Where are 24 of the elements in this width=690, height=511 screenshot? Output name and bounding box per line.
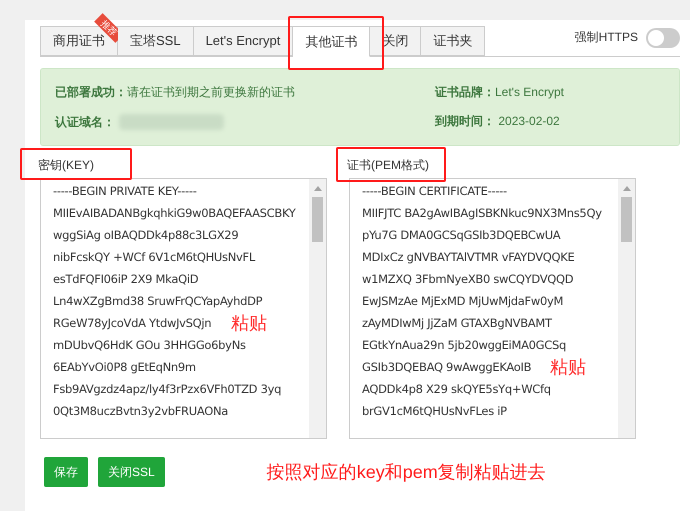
tab[interactable]: Let's Encrypt (194, 26, 294, 56)
certificate-field[interactable]: -----BEGIN CERTIFICATE----- MIIFJTC BA2gAwIBAgISBKNkuc9NX3Mns5Qy pYu7G DMA0GCSqGSIb3DQEBCwUA MDIxCz gNVBAYTAlVTMR vFAYDVQQKE w1MZXQ 3FbmNyeXB0 swCQYDVQQD EwJSMzAe MjExMD MjUwMjdaFw0yM zAyMDIwMj JjZaM GTAXBgNVBAMT EGtkYnAua29n 5jb20wggEiMA0GCSq GSIb3DQEBAQ 9wAwggEKAoIB AQDDk4p8 X29 skQYE5sYq+WCfq brGV1cM6tQHUsNvFLes iP 粘贴 (349, 178, 636, 439)
scroll-up-icon[interactable] (622, 186, 630, 191)
expiry-text: 到期时间： 2023-02-02 (435, 113, 561, 130)
https-toggle[interactable] (646, 28, 680, 48)
field-label: 证书(PEM格式) (347, 157, 429, 174)
annotation-note: 按照对应的key和pem复制粘贴进去 (266, 460, 546, 484)
scrollbar[interactable] (309, 179, 326, 438)
key-field[interactable]: -----BEGIN PRIVATE KEY----- MIIEvAIBADANBgkqhkiG9w0BAQEFAASCBKY wggSiAg oIBAQDDk4p88c3LGX29 nibFcskQY +WCf 6V1cM6tQHUsNvFL esTdFQFI06iP 2X9 MkaQiD Ln4wXZgBmd38 SruwFrQCYapAyhdDP RGeW78yJcoVdA YtdwJvSQjn mDUbvQ6HdK GOu 3HHGGo6byNs 6EAbYvOi0P8 gEtEqNn9m Fsb9AVgzdz4apz/ly4f3rPzx6VFh0TZD 3yq 0Qt3M8uczBvtn3y2vbFRUAONa 粘贴 (40, 178, 327, 439)
brand-text: 证书品牌：Let's Encrypt (435, 84, 565, 101)
tab[interactable]: 证书夹 (421, 26, 486, 56)
status-text: 已部署成功：请在证书到期之前更换新的证书 (55, 84, 296, 101)
scrollbar-thumb[interactable] (621, 197, 632, 242)
toggle-label: 强制HTTPS (574, 29, 638, 46)
tab[interactable]: 关闭 (370, 26, 422, 56)
field-label: 密钥(KEY) (38, 157, 94, 174)
tab[interactable]: 其他证书 (293, 26, 370, 57)
annotation-text: 粘贴 (231, 312, 267, 334)
domain-label: 认证域名： (55, 114, 115, 130)
scroll-up-icon[interactable] (314, 186, 322, 191)
scrollbar-thumb[interactable] (312, 197, 323, 242)
tab[interactable]: 宝塔SSL (118, 26, 194, 56)
scrollbar[interactable] (618, 179, 635, 438)
annotation-text: 粘贴 (550, 356, 586, 378)
